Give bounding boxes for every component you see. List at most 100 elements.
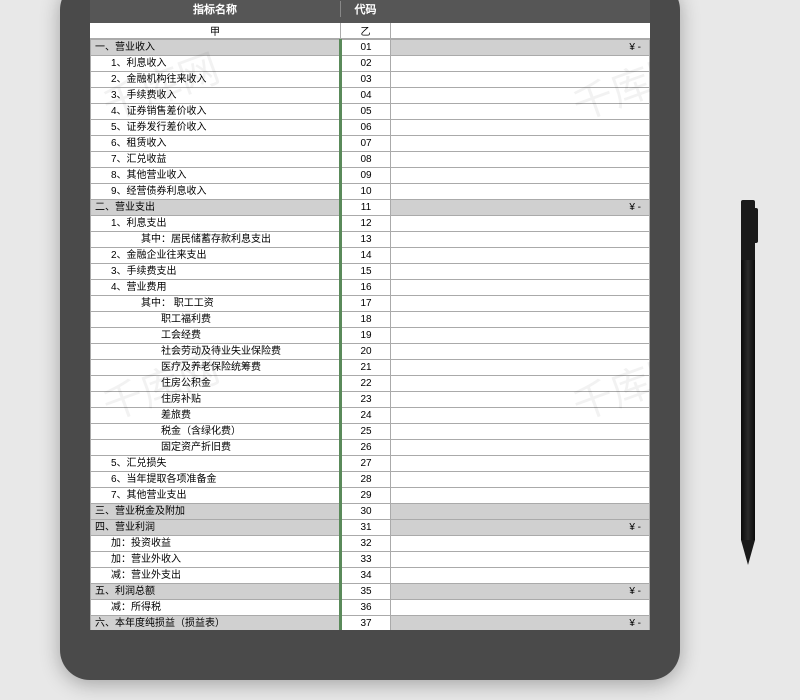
row-value (391, 296, 650, 312)
row-code: 33 (341, 552, 391, 568)
row-code: 16 (341, 280, 391, 296)
financial-table: 一、营业收入01¥ -1、利息收入022、金融机构往来收入033、手续费收入04… (90, 39, 650, 630)
row-value (391, 168, 650, 184)
table-row: 7、其他营业支出29 (91, 488, 650, 504)
row-name: 医疗及养老保险统筹费 (91, 360, 341, 376)
header-indicator-name: 指标名称 (90, 1, 340, 17)
row-code: 10 (341, 184, 391, 200)
row-value (391, 248, 650, 264)
row-value (391, 344, 650, 360)
table-row: 6、租赁收入07 (91, 136, 650, 152)
row-code: 22 (341, 376, 391, 392)
row-code: 30 (341, 504, 391, 520)
row-value (391, 392, 650, 408)
row-name: 二、营业支出 (91, 200, 341, 216)
row-name: 3、手续费收入 (91, 88, 341, 104)
table-row: 减：所得税36 (91, 600, 650, 616)
row-value (391, 504, 650, 520)
row-value (391, 120, 650, 136)
table-row: 1、利息收入02 (91, 56, 650, 72)
row-value (391, 408, 650, 424)
subheader-yi: 乙 (340, 23, 390, 38)
table-row: 2、金融机构往来收入03 (91, 72, 650, 88)
row-value (391, 216, 650, 232)
table-row: 住房公积金22 (91, 376, 650, 392)
row-name: 3、手续费支出 (91, 264, 341, 280)
row-code: 29 (341, 488, 391, 504)
row-code: 26 (341, 440, 391, 456)
table-row: 医疗及养老保险统筹费21 (91, 360, 650, 376)
table-row: 差旅费24 (91, 408, 650, 424)
table-row: 固定资产折旧费26 (91, 440, 650, 456)
row-name: 6、租赁收入 (91, 136, 341, 152)
row-name: 减：所得税 (91, 600, 341, 616)
row-value (391, 264, 650, 280)
row-value (391, 456, 650, 472)
subheader-jia: 甲 (90, 23, 340, 38)
row-name: 4、证券销售差价收入 (91, 104, 341, 120)
row-code: 19 (341, 328, 391, 344)
row-name: 4、营业费用 (91, 280, 341, 296)
row-code: 25 (341, 424, 391, 440)
row-name: 加：营业外收入 (91, 552, 341, 568)
row-code: 36 (341, 600, 391, 616)
table-row: 工会经费19 (91, 328, 650, 344)
row-code: 05 (341, 104, 391, 120)
row-code: 28 (341, 472, 391, 488)
row-value (391, 568, 650, 584)
row-value (391, 280, 650, 296)
row-name: 税金（含绿化费） (91, 424, 341, 440)
row-value (391, 328, 650, 344)
row-value (391, 472, 650, 488)
row-code: 24 (341, 408, 391, 424)
header-code: 代码 (340, 1, 390, 17)
row-code: 02 (341, 56, 391, 72)
row-value (391, 552, 650, 568)
table-row: 4、证券销售差价收入05 (91, 104, 650, 120)
row-code: 35 (341, 584, 391, 600)
table-row: 6、当年提取各项准备金28 (91, 472, 650, 488)
row-code: 18 (341, 312, 391, 328)
row-name: 工会经费 (91, 328, 341, 344)
row-code: 17 (341, 296, 391, 312)
table-row: 一、营业收入01¥ - (91, 40, 650, 56)
table-row: 7、汇兑收益08 (91, 152, 650, 168)
row-code: 01 (341, 40, 391, 56)
table-row: 5、证券发行差价收入06 (91, 120, 650, 136)
row-value (391, 72, 650, 88)
row-name: 职工福利费 (91, 312, 341, 328)
row-code: 27 (341, 456, 391, 472)
row-name: 三、营业税金及附加 (91, 504, 341, 520)
row-name: 住房补贴 (91, 392, 341, 408)
row-code: 31 (341, 520, 391, 536)
row-name: 8、其他营业收入 (91, 168, 341, 184)
pen-clip (741, 200, 755, 260)
row-code: 08 (341, 152, 391, 168)
row-name: 住房公积金 (91, 376, 341, 392)
table-row: 五、利润总额35¥ - (91, 584, 650, 600)
row-name: 五、利润总额 (91, 584, 341, 600)
row-name: 加：投资收益 (91, 536, 341, 552)
table-row: 住房补贴23 (91, 392, 650, 408)
row-value (391, 56, 650, 72)
table-row: 其中：居民储蓄存款利息支出13 (91, 232, 650, 248)
table-row: 六、本年度纯损益（损益表）37¥ - (91, 616, 650, 631)
row-code: 32 (341, 536, 391, 552)
table-row: 税金（含绿化费）25 (91, 424, 650, 440)
row-name: 减：营业外支出 (91, 568, 341, 584)
table-row: 加：投资收益32 (91, 536, 650, 552)
row-code: 23 (341, 392, 391, 408)
row-value: ¥ - (391, 616, 650, 631)
table-row: 3、手续费支出15 (91, 264, 650, 280)
row-value: ¥ - (391, 584, 650, 600)
row-code: 37 (341, 616, 391, 631)
row-name: 四、营业利润 (91, 520, 341, 536)
row-code: 09 (341, 168, 391, 184)
row-code: 06 (341, 120, 391, 136)
row-name: 六、本年度纯损益（损益表） (91, 616, 341, 631)
row-value (391, 184, 650, 200)
row-value (391, 440, 650, 456)
row-code: 04 (341, 88, 391, 104)
row-value: ¥ - (391, 40, 650, 56)
table-row: 5、汇兑损失27 (91, 456, 650, 472)
